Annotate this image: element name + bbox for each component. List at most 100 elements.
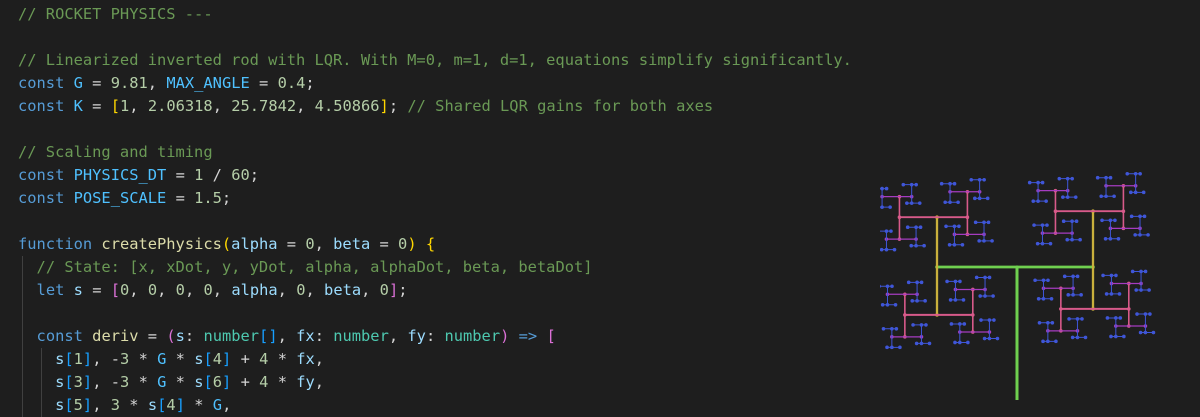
code-token: [ bbox=[64, 373, 74, 391]
code-token: MAX_ANGLE bbox=[166, 74, 250, 92]
fractal-node bbox=[914, 182, 918, 187]
code-token: = bbox=[166, 189, 195, 207]
code-token: // Scaling and timing bbox=[18, 143, 213, 161]
code-token: ; bbox=[388, 97, 408, 115]
fractal-node bbox=[1048, 241, 1053, 246]
fractal-node bbox=[906, 280, 911, 285]
code-token: , - bbox=[92, 350, 121, 368]
code-line[interactable]: const POSE_SCALE = 1.5; bbox=[18, 187, 852, 210]
code-line[interactable]: // ROCKET PHYSICS --- bbox=[18, 3, 852, 26]
fractal-node bbox=[1062, 274, 1067, 279]
code-token: ( bbox=[221, 235, 232, 253]
code-line[interactable]: s[1], -3 * G * s[4] + 4 * fx, bbox=[18, 348, 852, 371]
fractal-node bbox=[1037, 321, 1042, 325]
code-editor[interactable]: // ROCKET PHYSICS --- // Linearized inver… bbox=[0, 0, 1200, 417]
code-token: s bbox=[55, 373, 65, 391]
fractal-node bbox=[960, 243, 965, 247]
code-token: const bbox=[36, 327, 83, 345]
fractal-node bbox=[948, 298, 953, 302]
code-line[interactable]: // Scaling and timing bbox=[18, 141, 852, 164]
indent-guide bbox=[40, 348, 42, 371]
code-token: fy bbox=[407, 327, 426, 345]
fractal-node bbox=[969, 177, 974, 182]
code-line[interactable] bbox=[18, 210, 852, 233]
code-token: 3 bbox=[120, 350, 130, 368]
fractal-node bbox=[1133, 233, 1137, 237]
fractal-node bbox=[1057, 176, 1062, 181]
code-token: number bbox=[333, 327, 389, 345]
code-line[interactable]: let s = [0, 0, 0, 0, alpha, 0, beta, 0]; bbox=[18, 279, 852, 302]
fractal-node bbox=[1044, 199, 1048, 203]
fractal-node bbox=[945, 279, 949, 284]
code-token: beta bbox=[324, 281, 362, 299]
code-line[interactable]: // Linearized inverted rod with LQR. Wit… bbox=[18, 49, 852, 72]
code-token: , bbox=[147, 74, 167, 92]
code-token: 1 bbox=[120, 97, 130, 115]
fractal-node bbox=[1054, 339, 1058, 344]
fractal-node bbox=[905, 225, 910, 229]
code-token: const bbox=[18, 74, 65, 92]
code-token: , bbox=[212, 281, 232, 299]
code-token: , - bbox=[92, 373, 121, 391]
code-line[interactable]: const deriv = (s: number[], fx: number, … bbox=[18, 325, 852, 348]
fractal-node bbox=[1134, 288, 1138, 292]
code-token: // ROCKET PHYSICS --- bbox=[18, 5, 213, 23]
fractal-node bbox=[990, 239, 994, 243]
fractal-node bbox=[939, 181, 944, 186]
code-line[interactable] bbox=[18, 302, 852, 325]
fractal-node bbox=[1032, 223, 1036, 227]
code-token: [ bbox=[110, 281, 121, 299]
code-line[interactable] bbox=[18, 118, 852, 141]
code-line[interactable]: const G = 9.81, MAX_ANGLE = 0.4; bbox=[18, 72, 852, 95]
code-token: = bbox=[370, 235, 399, 253]
fractal-node bbox=[892, 247, 897, 252]
code-token: , bbox=[92, 396, 111, 414]
code-token: ; bbox=[398, 281, 408, 299]
code-line[interactable]: s[5], 3 * s[4] * G, bbox=[18, 394, 852, 417]
code-line[interactable]: // State: [x, xDot, y, yDot, alpha, alph… bbox=[18, 256, 852, 279]
fractal-node bbox=[901, 182, 906, 187]
fractal-node bbox=[1041, 339, 1045, 344]
fractal-node bbox=[972, 196, 977, 201]
code-token: const bbox=[18, 189, 65, 207]
fractal-node bbox=[1130, 269, 1135, 274]
fractal-node bbox=[1061, 195, 1065, 199]
fractal-node bbox=[909, 243, 914, 248]
code-line[interactable]: const PHYSICS_DT = 1 / 60; bbox=[18, 164, 852, 187]
fractal-node bbox=[893, 302, 898, 307]
code-token: , bbox=[314, 235, 334, 253]
fractal-node bbox=[914, 341, 919, 346]
code-token: / bbox=[203, 166, 232, 184]
code-token: , bbox=[361, 281, 380, 299]
code-line[interactable] bbox=[18, 26, 852, 49]
indent-guide bbox=[40, 371, 42, 394]
fractal-node bbox=[894, 327, 899, 331]
code-line[interactable]: function createPhysics(alpha = 0, beta =… bbox=[18, 233, 852, 256]
fractal-node bbox=[1118, 316, 1123, 320]
fractal-node bbox=[1148, 312, 1152, 316]
code-token: [ bbox=[157, 396, 167, 414]
code-token: 0 bbox=[120, 281, 130, 299]
code-token: beta bbox=[333, 235, 371, 253]
code-token: * bbox=[166, 350, 195, 368]
code-line[interactable]: s[3], -3 * G * s[6] + 4 * fy, bbox=[18, 371, 852, 394]
code-token: 0 bbox=[379, 281, 389, 299]
code-token: 0 bbox=[398, 235, 408, 253]
code-token: s bbox=[175, 327, 185, 345]
code-token: K bbox=[73, 97, 83, 115]
fractal-node bbox=[1070, 176, 1074, 181]
fractal-node bbox=[911, 323, 915, 327]
code-token: ; bbox=[305, 74, 315, 92]
fractal-node bbox=[1135, 312, 1139, 316]
fractal-node bbox=[923, 299, 927, 303]
code-line[interactable]: const K = [1, 2.06318, 25.7842, 4.50866]… bbox=[18, 95, 852, 118]
fractal-node bbox=[1143, 269, 1148, 274]
fractal-node bbox=[1122, 334, 1126, 339]
fractal-node bbox=[1073, 195, 1078, 199]
fractal-node bbox=[1049, 296, 1054, 301]
code-token: * bbox=[268, 350, 297, 368]
